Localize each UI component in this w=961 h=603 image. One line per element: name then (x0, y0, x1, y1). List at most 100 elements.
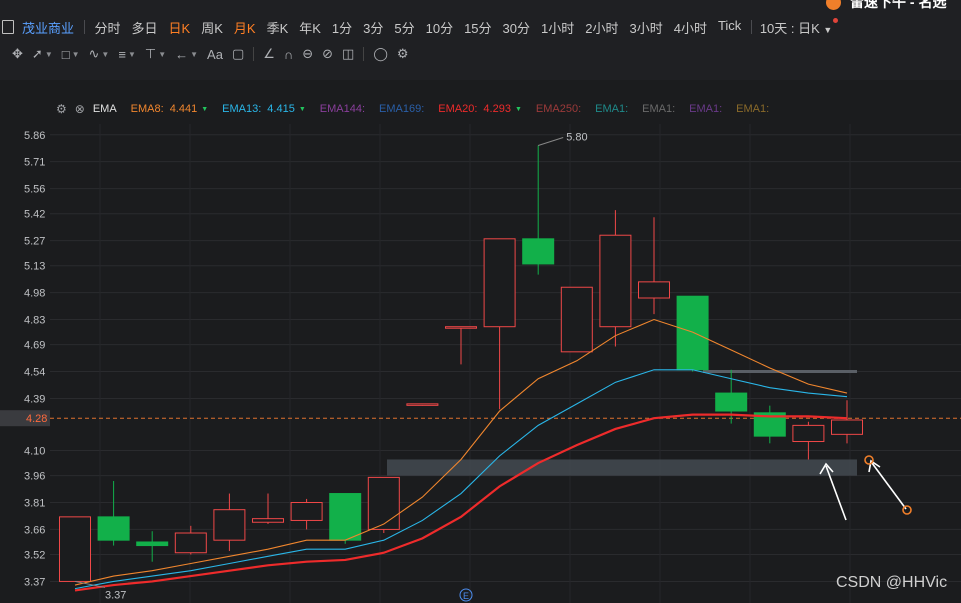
chevron-down-icon: ▼ (823, 24, 833, 35)
y-tick-label: 5.42 (24, 209, 45, 221)
arrow-handle-icon (902, 505, 912, 515)
rect-tool-icon[interactable]: □ ▼ (62, 47, 80, 62)
period-tab[interactable]: 1小时 (536, 18, 580, 37)
ema-line-ema8 (74, 318, 848, 586)
ema-label: EMA13: (222, 103, 262, 115)
support-zone-rect (387, 459, 857, 476)
y-tick-label: 4.83 (24, 315, 45, 327)
ema-line-ema20 (74, 413, 848, 592)
y-tick-label: 5.71 (24, 157, 45, 169)
ema-line-ema13 (74, 369, 848, 590)
period-tab[interactable]: 月K (228, 18, 261, 37)
event-marker-label: E (463, 591, 469, 601)
period-tab[interactable]: Tick (712, 18, 746, 37)
y-tick-label: 3.37 (24, 576, 45, 588)
magnet-icon[interactable]: ∩ (284, 47, 293, 62)
wave-tool-icon[interactable]: ∿ ▼ (89, 46, 110, 62)
y-tick-label: 3.81 (24, 498, 45, 510)
period-tab[interactable]: 年K (294, 18, 327, 37)
period-tab[interactable]: 周K (196, 18, 229, 37)
brand-logo-icon (826, 0, 841, 10)
period-tab[interactable]: 3小时 (624, 18, 668, 37)
ema-legend-item: EMA1: (642, 103, 675, 115)
y-tick-label: 4.98 (24, 288, 45, 300)
top-toolbar: 雷速下午 - 名选 茂业商业 分时 多日 日K 周K 月K 季K 年K 1分 3分 5分 10分 15… (0, 0, 961, 80)
gear-icon[interactable]: ⚙ (56, 102, 67, 116)
ruler-icon[interactable]: ∠ (263, 46, 275, 62)
candle-body (522, 238, 555, 265)
candle-body (831, 419, 863, 435)
period-tab[interactable]: 季K (261, 18, 294, 37)
period-tab[interactable]: 2小时 (580, 18, 624, 37)
stock-name[interactable]: 茂业商业 (0, 18, 80, 37)
low-price-label: 3.37 (105, 589, 126, 601)
close-icon[interactable]: ⊗ (75, 102, 85, 116)
divider (253, 47, 255, 61)
period-tab[interactable]: 多日 (126, 18, 163, 37)
candle-body (753, 412, 786, 437)
ema-label: EMA20: (438, 103, 478, 115)
candle-body (252, 518, 284, 523)
comment-tool-icon[interactable]: ▢ (232, 46, 244, 62)
y-axis: 5.86 5.71 5.56 5.42 5.27 5.13 4.98 4.83 4.69 4.54… (0, 130, 50, 588)
ema-legend-item: EMA13: 4.415 ▼ (222, 103, 306, 115)
candle-body (367, 476, 400, 530)
period-tab[interactable]: 15分 (459, 18, 497, 37)
ema-label: EMA1: (642, 103, 676, 115)
candle-body (97, 516, 130, 541)
y-tick-label: 5.13 (24, 261, 45, 273)
period-tab[interactable]: 30分 (497, 18, 535, 37)
period-tab[interactable]: 分时 (89, 18, 126, 37)
candle-body (59, 516, 91, 582)
candle-body (174, 532, 207, 554)
arrow-head-2 (868, 459, 881, 473)
candlestick-chart[interactable]: 5.86 5.71 5.56 5.42 5.27 5.13 4.98 4.83 4.69 4.54… (0, 0, 961, 603)
candle-body (213, 509, 246, 541)
period-tab[interactable]: 5分 (389, 18, 420, 37)
divider (363, 47, 365, 61)
ema-legend-item: EMA1: (689, 103, 722, 115)
crosshair-icon[interactable]: ✥ (12, 46, 23, 62)
fib-tool-icon[interactable]: ≡ ▼ (118, 47, 136, 62)
arrow-head-1 (819, 462, 834, 475)
period-tab[interactable]: 3分 (358, 18, 389, 37)
ema-legend-item: EMA8: 4.441 ▼ (131, 103, 208, 115)
current-price-label: 4.28 (26, 413, 47, 425)
ema-label: EMA1: (595, 103, 629, 115)
y-tick-label: 4.69 (24, 340, 45, 352)
ema-label: EMA169: (379, 103, 425, 115)
drawing-toolbar: ✥ ➚ ▼ □ ▼ ∿ ▼ ≡ ▼ ⊤ ▼ ← ▼ Aa ▢ ∠ ∩ ⊖ ⊘ ◫ ◯ ⚙ (12, 43, 409, 65)
event-marker-icon (459, 588, 473, 602)
trend-arrow-icon: ▼ (201, 105, 209, 113)
candle-body (329, 493, 362, 541)
trend-arrow-icon: ▼ (298, 105, 306, 113)
measure-tool-icon[interactable]: ⊤ ▼ (145, 46, 166, 62)
candle-body (445, 326, 477, 329)
line-tool-icon[interactable]: ➚ ▼ (32, 46, 53, 62)
current-price-badge (0, 410, 50, 427)
period-tab[interactable]: 1分 (326, 18, 357, 37)
ema-value: 4.415 (267, 103, 295, 115)
period-tab[interactable]: 10分 (420, 18, 458, 37)
candle-body (483, 238, 516, 328)
layers-icon[interactable]: ◯ (373, 46, 388, 62)
period-tab[interactable]: 4小时 (668, 18, 712, 37)
brand-text: 雷速下午 - 名选 (850, 0, 947, 10)
ema-legend-item: EMA1: (736, 103, 769, 115)
high-leader-line (538, 137, 564, 147)
hide-icon[interactable]: ⊘ (322, 46, 333, 62)
trash-icon[interactable]: ◫ (342, 46, 354, 62)
ema-legend-item: EMA20: 4.293 ▼ (438, 103, 522, 115)
candle-body (406, 403, 439, 406)
range-select[interactable]: 10天 : 日K ▼ (756, 17, 843, 37)
period-tab[interactable]: 日K (163, 18, 196, 37)
candle-body (560, 286, 593, 353)
arrow-tool-icon[interactable]: ← ▼ (175, 47, 198, 62)
link-icon[interactable]: ⊖ (302, 46, 313, 62)
settings-icon[interactable]: ⚙ (397, 46, 409, 62)
ema-legend-item: EMA169: (379, 103, 424, 115)
period-bar: 茂业商业 分时 多日 日K 周K 月K 季K 年K 1分 3分 5分 10分 15分 30分 1小时 2小时… (0, 14, 842, 40)
indicator-legend: ⚙ ⊗ EMA EMA8: 4.441 ▼ EMA13: 4.415 ▼ EMA144: EM… (56, 101, 783, 117)
y-tick-label: 5.86 (24, 130, 45, 142)
text-tool-icon[interactable]: Aa (207, 47, 223, 62)
